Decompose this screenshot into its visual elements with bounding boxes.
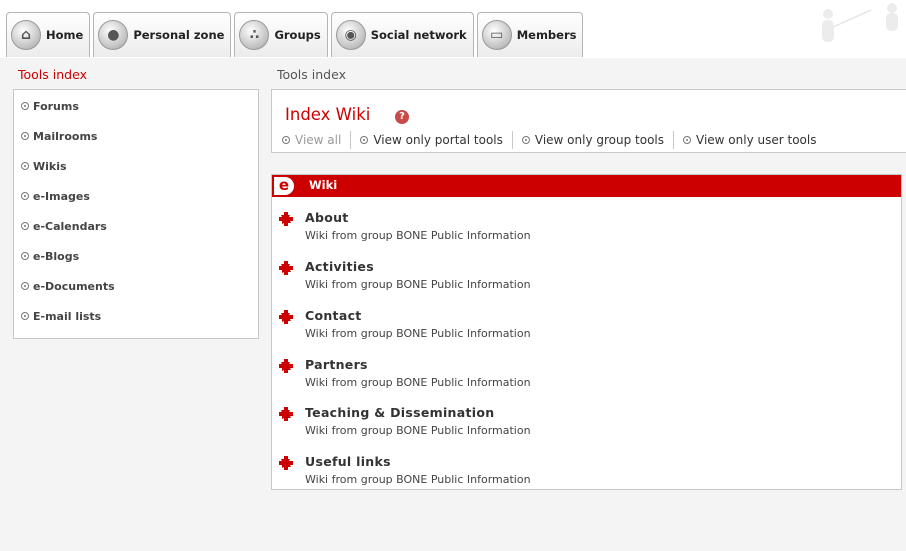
page-title: Index Wiki xyxy=(285,105,371,124)
sidebar-item-label: e-Calendars xyxy=(33,219,107,233)
sidebar-item-label: E-mail lists xyxy=(33,309,102,323)
list-item: About Wiki from group BONE Public Inform… xyxy=(279,210,879,244)
sidebar-item-e-images[interactable]: e-Images xyxy=(21,187,90,205)
sidebar-item-label: Mailrooms xyxy=(33,129,98,143)
bullet-icon xyxy=(282,136,290,144)
filter-portal-tools[interactable]: View only portal tools xyxy=(360,131,503,149)
divider xyxy=(350,131,352,149)
list-item: Useful links Wiki from group BONE Public… xyxy=(279,454,879,488)
tab-social-network[interactable]: ◉ Social network xyxy=(330,12,474,57)
bullet-icon xyxy=(21,222,29,230)
main-tabs: ⌂ Home ● Personal zone ∴ Groups ◉ Social… xyxy=(6,12,586,57)
bullet-icon xyxy=(21,312,29,320)
wiki-link-partners[interactable]: Partners xyxy=(305,357,368,372)
sidebar-item-wikis[interactable]: Wikis xyxy=(21,157,67,175)
wiki-description: Wiki from group BONE Public Information xyxy=(305,376,531,389)
tab-personal-zone-label: Personal zone xyxy=(133,28,225,42)
bullet-icon xyxy=(21,102,29,110)
wiki-link-about[interactable]: About xyxy=(305,210,349,225)
home-icon: ⌂ xyxy=(11,20,41,50)
top-navigation: ⌂ Home ● Personal zone ∴ Groups ◉ Social… xyxy=(0,0,906,58)
bullet-icon xyxy=(360,136,369,144)
network-icon: ◉ xyxy=(335,20,366,50)
wiki-link-teaching-dissemination[interactable]: Teaching & Dissemination xyxy=(305,405,494,420)
tab-social-network-label: Social network xyxy=(370,28,467,42)
sidebar-item-e-documents[interactable]: e-Documents xyxy=(21,277,115,295)
puzzle-icon xyxy=(279,407,293,421)
sidebar-item-label: e-Images xyxy=(33,189,90,203)
list-item: Teaching & Dissemination Wiki from group… xyxy=(279,405,879,439)
divider xyxy=(673,131,675,149)
bullet-icon xyxy=(21,282,29,290)
divider xyxy=(511,131,513,149)
filter-label: View only user tools xyxy=(696,133,817,147)
bullet-icon xyxy=(21,192,29,200)
sidebar-item-label: e-Documents xyxy=(33,279,115,293)
wiki-description: Wiki from group BONE Public Information xyxy=(305,327,531,340)
e-logo-icon: e xyxy=(274,177,294,195)
filter-view-all[interactable]: View all xyxy=(282,131,341,149)
filter-label: View all xyxy=(295,133,342,147)
network-decoration-icon xyxy=(822,3,898,42)
wiki-description: Wiki from group BONE Public Information xyxy=(305,473,531,486)
wiki-description: Wiki from group BONE Public Information xyxy=(305,229,531,242)
puzzle-icon xyxy=(279,261,293,275)
list-title: Wiki xyxy=(309,178,338,192)
filter-label: View only portal tools xyxy=(373,133,503,147)
tab-home-label: Home xyxy=(46,28,84,42)
filter-label: View only group tools xyxy=(534,133,665,147)
puzzle-icon xyxy=(279,212,293,226)
puzzle-icon xyxy=(279,359,293,373)
wiki-list: e Wiki About Wiki from group BONE Public… xyxy=(271,174,902,490)
tab-members[interactable]: ▭ Members xyxy=(476,12,584,57)
members-icon: ▭ xyxy=(481,20,512,50)
wiki-link-contact[interactable]: Contact xyxy=(305,308,362,323)
sidebar-item-e-blogs[interactable]: e-Blogs xyxy=(21,247,79,265)
list-item: Activities Wiki from group BONE Public I… xyxy=(279,259,879,293)
sidebar-item-label: e-Blogs xyxy=(33,249,80,263)
tab-members-label: Members xyxy=(516,28,577,42)
tab-groups[interactable]: ∴ Groups xyxy=(234,12,328,57)
groups-icon: ∴ xyxy=(239,20,270,50)
sidebar-item-forums[interactable]: Forums xyxy=(21,97,79,115)
sidebar-title: Tools index xyxy=(18,67,87,82)
bullet-icon xyxy=(21,162,29,170)
wiki-description: Wiki from group BONE Public Information xyxy=(305,278,531,291)
wiki-link-useful-links[interactable]: Useful links xyxy=(305,454,391,469)
sidebar-item-e-calendars[interactable]: e-Calendars xyxy=(21,217,107,235)
sidebar-item-label: Forums xyxy=(33,99,79,113)
tools-sidebar: Forums Mailrooms Wikis e-Images e-Calend… xyxy=(13,89,259,339)
list-item: Contact Wiki from group BONE Public Info… xyxy=(279,308,879,342)
wiki-description: Wiki from group BONE Public Information xyxy=(305,424,531,437)
bullet-icon xyxy=(521,136,530,144)
bullet-icon xyxy=(21,132,29,140)
bullet-icon xyxy=(21,252,29,260)
tab-groups-label: Groups xyxy=(274,28,321,42)
wiki-link-activities[interactable]: Activities xyxy=(305,259,374,274)
help-icon[interactable]: ? xyxy=(395,110,409,124)
sidebar-item-mailrooms[interactable]: Mailrooms xyxy=(21,127,97,145)
filter-group-tools[interactable]: View only group tools xyxy=(521,131,665,149)
index-header: Index Wiki ? View all View only portal t… xyxy=(271,89,906,153)
list-item: Partners Wiki from group BONE Public Inf… xyxy=(279,357,879,391)
filter-user-tools[interactable]: View only user tools xyxy=(683,131,816,149)
sidebar-item-label: Wikis xyxy=(33,159,67,173)
puzzle-icon xyxy=(279,456,293,470)
user-icon: ● xyxy=(98,20,129,50)
list-header-bar: e Wiki xyxy=(272,175,901,197)
breadcrumb: Tools index xyxy=(277,67,346,82)
tab-personal-zone[interactable]: ● Personal zone xyxy=(93,12,232,57)
sidebar-item-e-mail-lists[interactable]: E-mail lists xyxy=(21,307,101,325)
bullet-icon xyxy=(683,136,692,144)
puzzle-icon xyxy=(279,310,293,324)
filter-bar: View all View only portal tools View onl… xyxy=(282,131,816,149)
tab-home[interactable]: ⌂ Home xyxy=(6,12,91,57)
